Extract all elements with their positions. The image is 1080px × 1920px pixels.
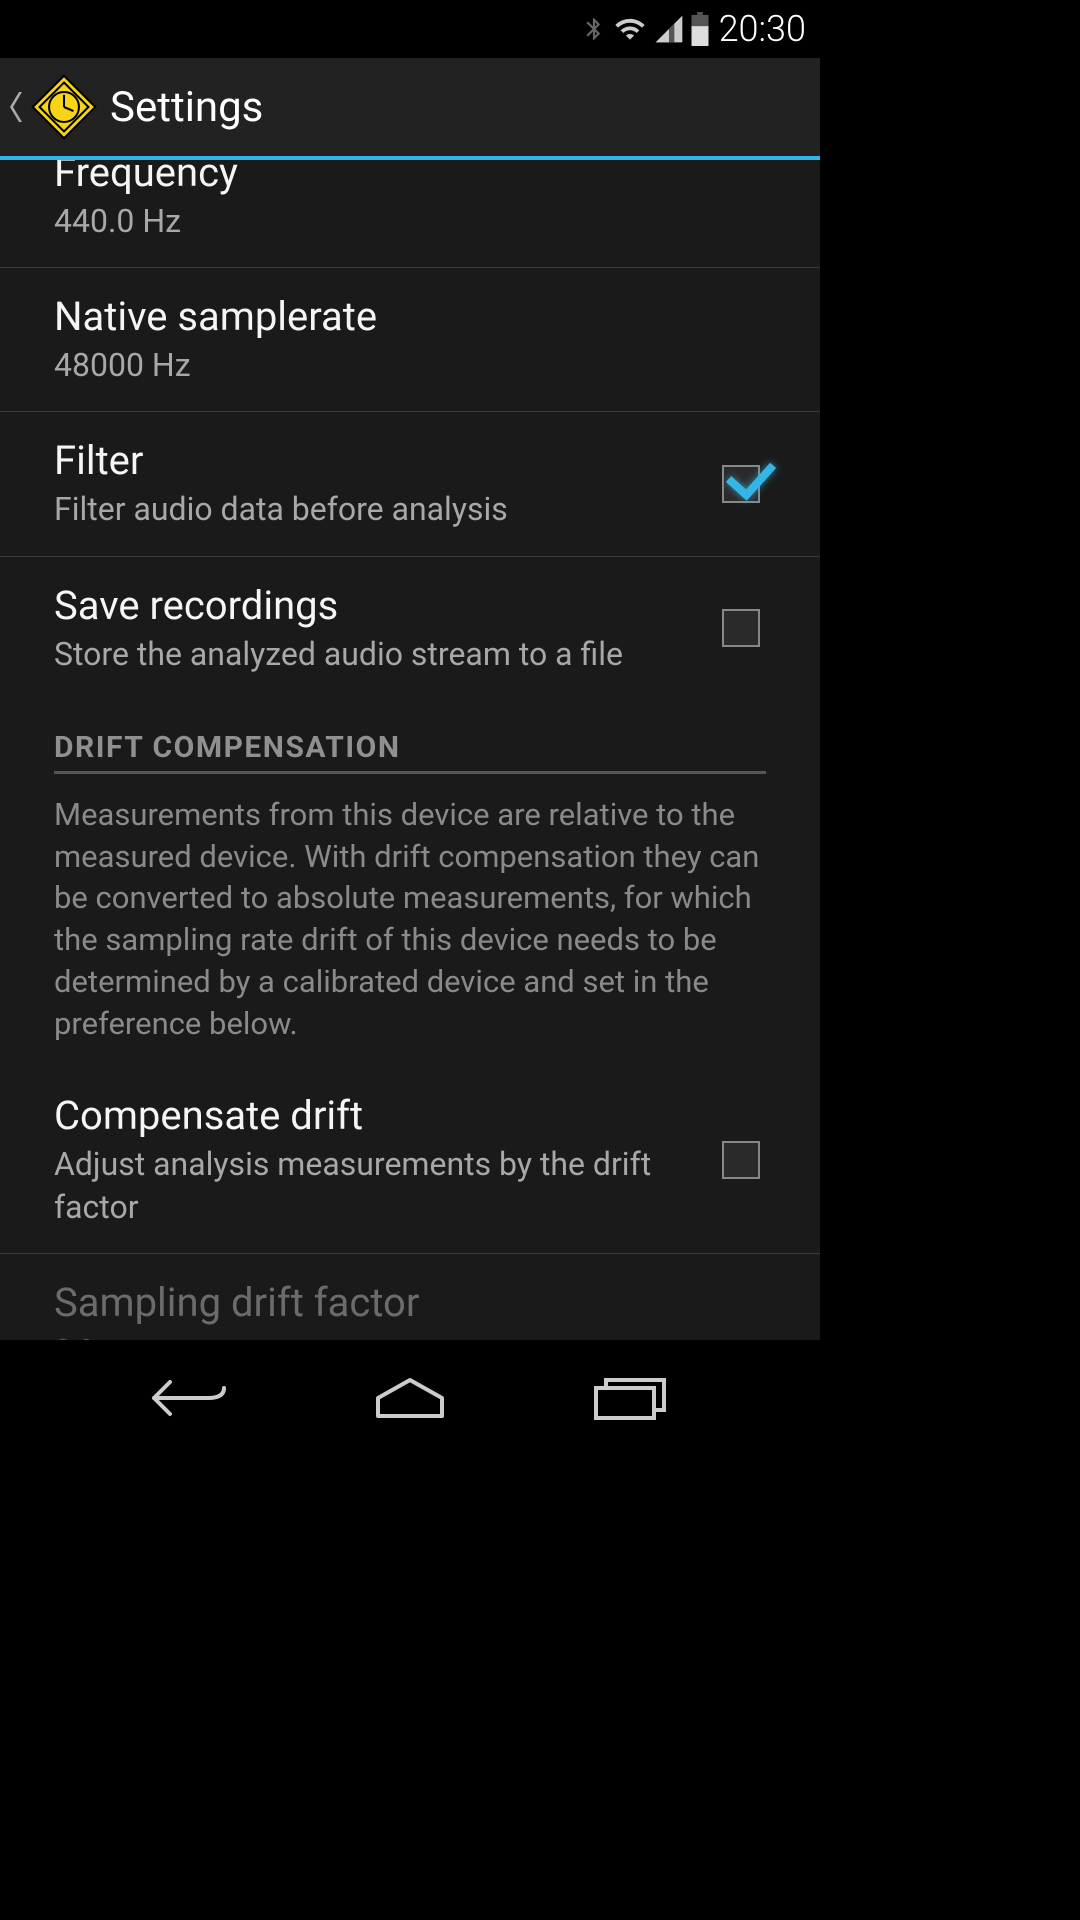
status-time: 20:30 <box>719 8 806 50</box>
pref-compensate-drift[interactable]: Compensate drift Adjust analysis measure… <box>0 1067 820 1254</box>
chevron-left-icon <box>6 89 26 125</box>
home-icon <box>372 1376 448 1420</box>
pref-summary: Adjust analysis measurements by the drif… <box>54 1143 682 1229</box>
bluetooth-icon <box>581 11 607 47</box>
category-title: DRIFT COMPENSATION <box>54 730 766 774</box>
category-description: Measurements from this device are relati… <box>54 774 766 1057</box>
pref-frequency[interactable]: Frequency 440.0 Hz <box>0 160 820 268</box>
navigation-bar <box>0 1340 820 1456</box>
filter-checkbox[interactable] <box>722 465 760 503</box>
category-drift: DRIFT COMPENSATION Measurements from thi… <box>0 700 820 1067</box>
status-bar: 20:30 <box>0 0 820 58</box>
pref-summary: Filter audio data before analysis <box>54 488 682 531</box>
pref-summary: Store the analyzed audio stream to a fil… <box>54 633 682 676</box>
settings-list[interactable]: Frequency 440.0 Hz Native samplerate 480… <box>0 160 820 1340</box>
wifi-icon <box>611 13 649 45</box>
pref-title: Frequency <box>54 160 720 198</box>
recents-button[interactable] <box>580 1368 680 1428</box>
pref-title: Compensate drift <box>54 1091 682 1141</box>
back-icon <box>148 1374 232 1422</box>
app-icon <box>30 73 98 141</box>
pref-title: Sampling drift factor <box>54 1278 720 1328</box>
back-button[interactable] <box>140 1368 240 1428</box>
battery-icon <box>689 12 711 46</box>
save-recordings-checkbox[interactable] <box>722 609 760 647</box>
page-title: Settings <box>110 83 263 132</box>
pref-samplerate[interactable]: Native samplerate 48000 Hz <box>0 268 820 412</box>
recents-icon <box>590 1374 670 1422</box>
pref-summary: 48000 Hz <box>54 344 720 387</box>
pref-summary: 0 % <box>54 1330 720 1340</box>
pref-title: Save recordings <box>54 581 682 631</box>
pref-title: Native samplerate <box>54 292 720 342</box>
pref-title: Filter <box>54 436 682 486</box>
compensate-drift-checkbox[interactable] <box>722 1141 760 1179</box>
pref-summary: 440.0 Hz <box>54 200 720 243</box>
pref-sampling-drift-factor: Sampling drift factor 0 % <box>0 1254 820 1340</box>
home-button[interactable] <box>360 1368 460 1428</box>
pref-filter[interactable]: Filter Filter audio data before analysis <box>0 412 820 556</box>
status-icons <box>581 11 711 47</box>
action-bar: Settings <box>0 58 820 160</box>
signal-icon <box>653 13 685 45</box>
pref-save-recordings[interactable]: Save recordings Store the analyzed audio… <box>0 557 820 700</box>
nav-up-button[interactable] <box>6 73 110 141</box>
